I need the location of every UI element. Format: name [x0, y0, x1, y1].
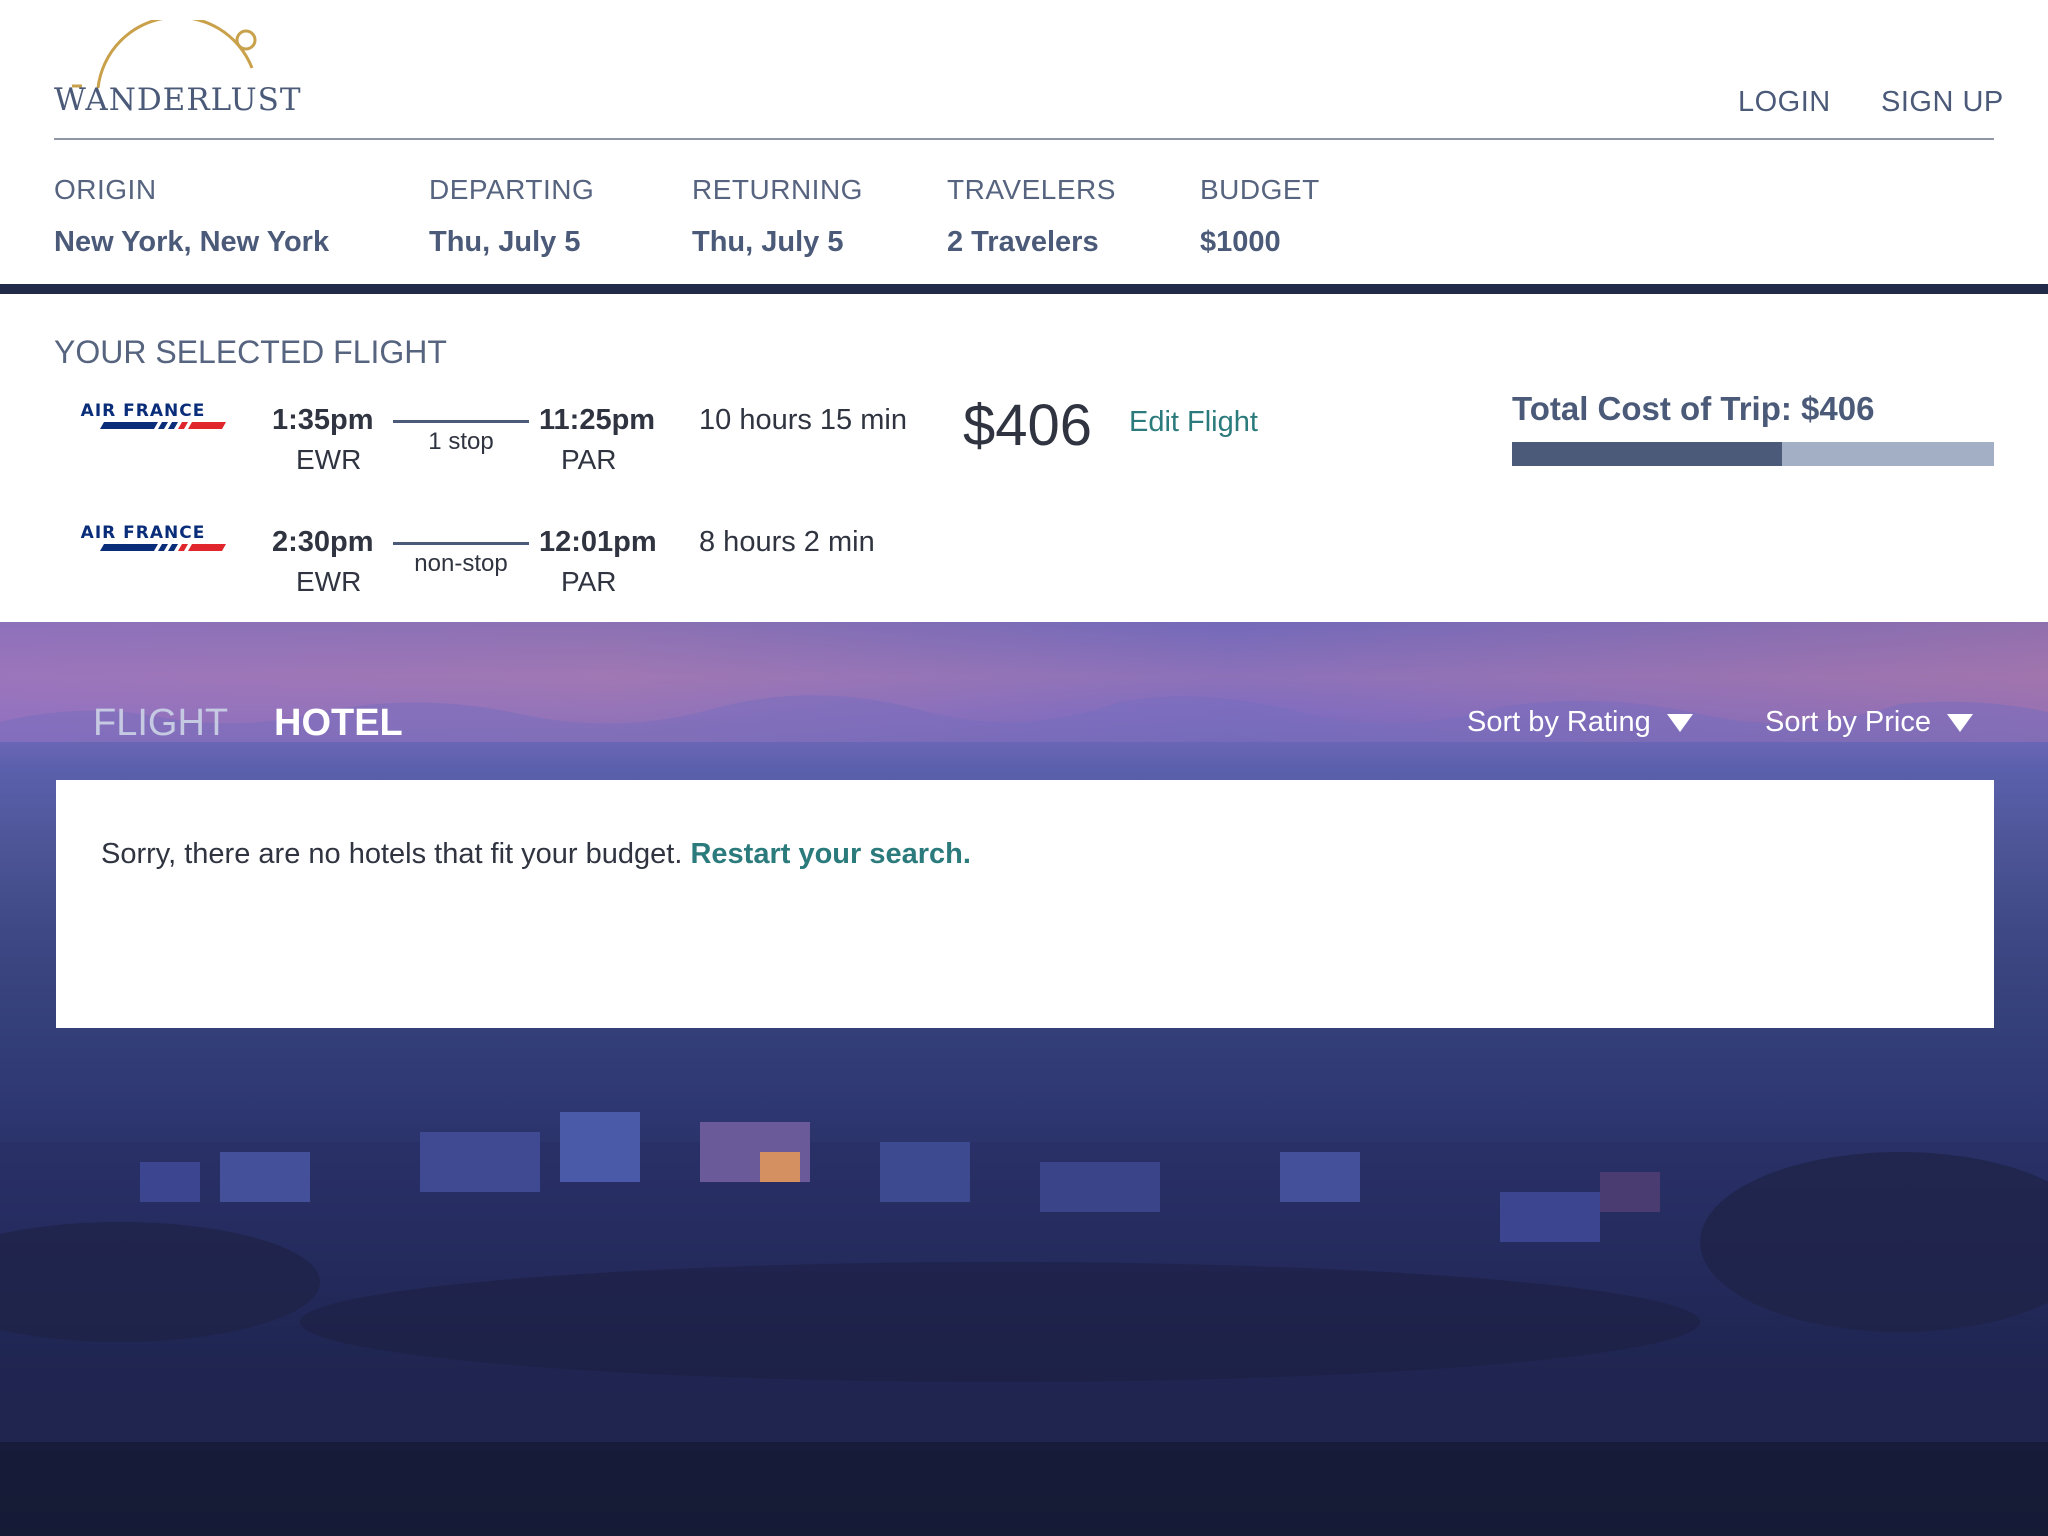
caret-down-icon — [1947, 714, 1973, 733]
returning-field[interactable]: RETURNING Thu, July 5 — [692, 174, 863, 259]
stops-label: non-stop — [414, 550, 508, 577]
flight-row-inbound: AIR FRANCE 2:30pm EWR non-stop 12:01pm P… — [0, 520, 1400, 620]
brand-name: WANDERLUST — [54, 82, 302, 118]
arrive-code: PAR — [561, 444, 617, 475]
route-line — [393, 542, 529, 545]
airline-logo-text: AIR FRANCE — [81, 523, 206, 543]
tab-hotel[interactable]: HOTEL — [274, 702, 403, 745]
departing-label: DEPARTING — [429, 174, 595, 205]
travelers-field[interactable]: TRAVELERS 2 Travelers — [947, 174, 1116, 259]
search-summary: ORIGIN New York, New York DEPARTING Thu,… — [0, 140, 2048, 284]
returning-label: RETURNING — [692, 174, 863, 205]
no-results-message: Sorry, there are no hotels that fit your… — [101, 838, 971, 871]
flight-duration: 8 hours 2 min — [699, 526, 875, 558]
brand-logo[interactable]: WANDERLUST — [54, 20, 304, 120]
air-france-logo-icon: AIR FRANCE — [81, 401, 226, 429]
summary-divider-bar — [0, 284, 2048, 294]
departing-value: Thu, July 5 — [429, 226, 581, 258]
origin-label: ORIGIN — [54, 174, 157, 205]
sort-by-price-label: Sort by Price — [1765, 706, 1931, 738]
air-france-logo-icon: AIR FRANCE — [81, 523, 226, 551]
total-cost-label: Total Cost of Trip: $406 — [1512, 390, 1875, 427]
travelers-value: 2 Travelers — [947, 226, 1099, 258]
selected-flight-title: YOUR SELECTED FLIGHT — [54, 334, 447, 370]
returning-value: Thu, July 5 — [692, 226, 844, 258]
budget-progress-fill — [1512, 442, 1782, 466]
stops-label: 1 stop — [428, 428, 494, 455]
no-results-text: Sorry, there are no hotels that fit your… — [101, 838, 691, 870]
city-skyline — [0, 1112, 2048, 1442]
origin-field[interactable]: ORIGIN New York, New York — [54, 174, 329, 259]
signup-link[interactable]: SIGN UP — [1881, 86, 2004, 119]
arrive-time: 11:25pm — [539, 404, 656, 436]
sun-arc-icon — [72, 20, 257, 89]
depart-code: EWR — [296, 444, 362, 475]
selected-flight-panel: YOUR SELECTED FLIGHT AIR FRANCE 1:35pm E… — [0, 294, 2048, 622]
sort-by-rating-label: Sort by Rating — [1467, 706, 1651, 738]
depart-time: 1:35pm — [272, 404, 374, 436]
scenic-background-image — [0, 622, 2048, 1536]
arrive-code: PAR — [561, 566, 617, 597]
login-link[interactable]: LOGIN — [1738, 86, 1831, 119]
budget-label: BUDGET — [1200, 174, 1320, 205]
travelers-label: TRAVELERS — [947, 174, 1116, 205]
arrive-time: 12:01pm — [539, 526, 657, 558]
depart-time: 2:30pm — [272, 526, 374, 558]
flight-duration: 10 hours 15 min — [699, 404, 907, 436]
flight-price: $406 — [963, 393, 1093, 458]
tab-flight[interactable]: FLIGHT — [93, 702, 228, 745]
origin-value: New York, New York — [54, 226, 330, 258]
sort-by-rating-dropdown[interactable]: Sort by Rating — [1467, 706, 1693, 739]
departing-field[interactable]: DEPARTING Thu, July 5 — [429, 174, 594, 259]
airline-logo-text: AIR FRANCE — [81, 401, 206, 421]
route-line — [393, 420, 529, 423]
budget-value: $1000 — [1200, 226, 1281, 258]
budget-progress-bar — [1512, 442, 1994, 466]
sort-by-price-dropdown[interactable]: Sort by Price — [1765, 706, 1973, 739]
depart-code: EWR — [296, 566, 362, 597]
restart-search-link[interactable]: Restart your search. — [690, 838, 970, 870]
caret-down-icon — [1666, 714, 1693, 733]
hotel-results-panel: Sorry, there are no hotels that fit your… — [56, 780, 1994, 1028]
edit-flight-link[interactable]: Edit Flight — [1129, 406, 1258, 439]
budget-field[interactable]: BUDGET $1000 — [1200, 174, 1320, 259]
site-header: WANDERLUST LOGIN SIGN UP — [0, 0, 2048, 140]
